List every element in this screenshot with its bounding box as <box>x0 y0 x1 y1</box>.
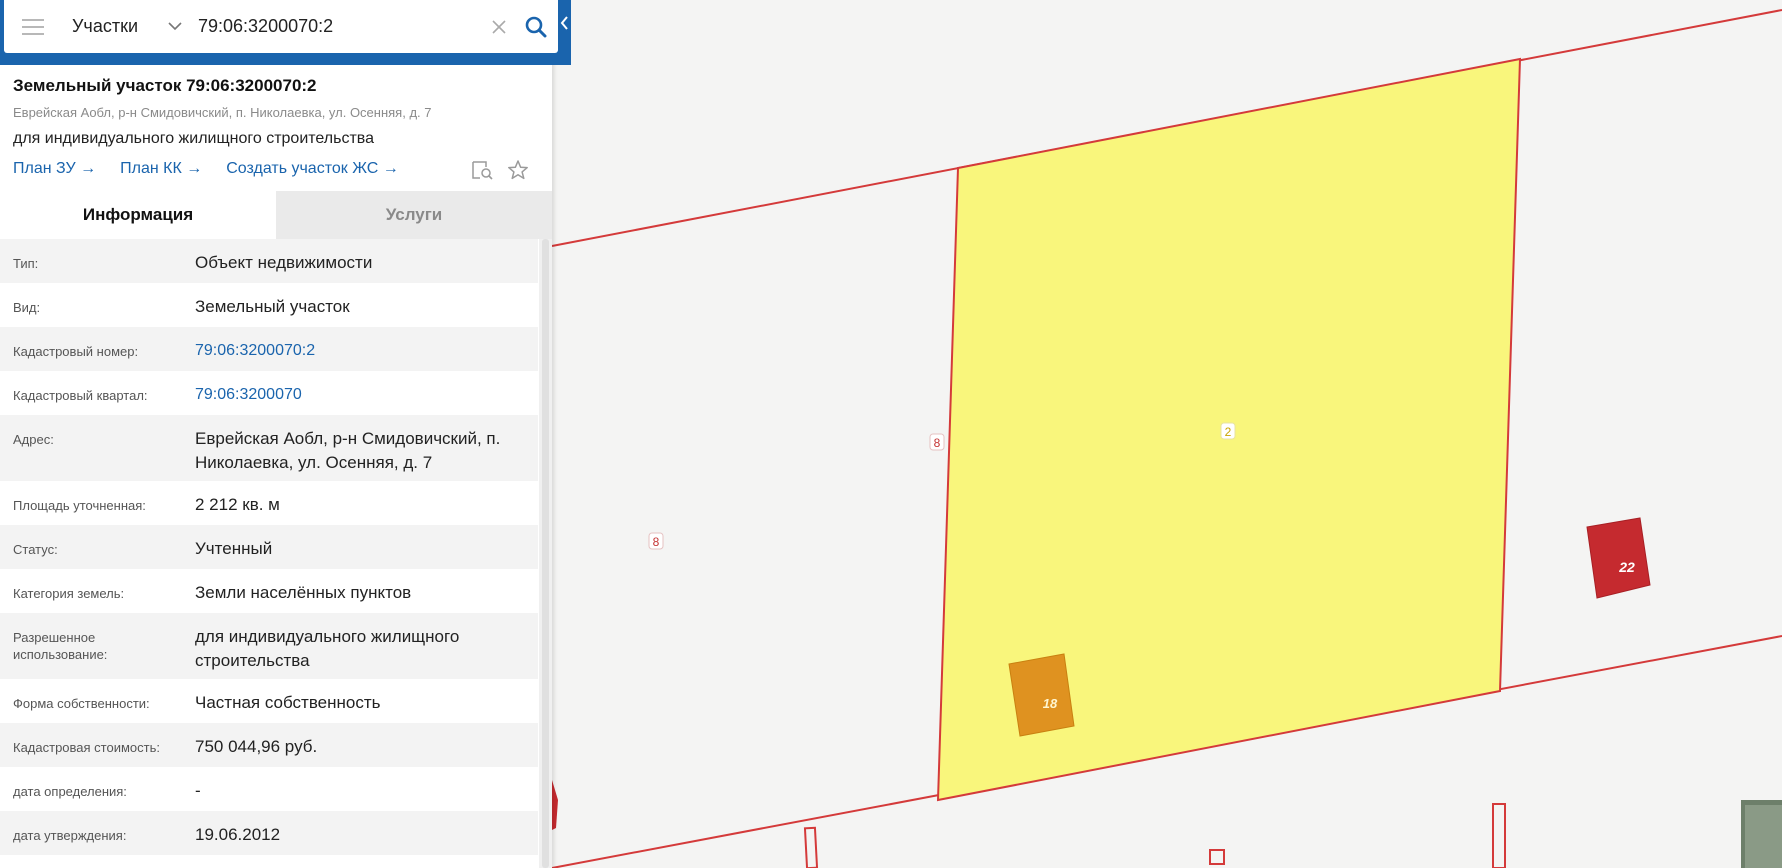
plan-zu-link[interactable]: План ЗУ → <box>13 160 96 178</box>
row-label: Тип: <box>13 256 39 271</box>
collapse-panel-button[interactable] <box>558 0 571 45</box>
table-row: дата определения: - <box>0 767 538 811</box>
table-row: Статус: Учтенный <box>0 525 538 569</box>
search-bar: Участки <box>4 0 558 53</box>
row-value: 19.06.2012 <box>195 825 281 844</box>
row-value: для индивидуального жилищного строительс… <box>195 627 460 670</box>
row-label: дата утверждения: <box>13 828 127 843</box>
parcel-label-main: 2 <box>1225 425 1232 439</box>
tab-bar: Информация Услуги <box>0 191 552 239</box>
parcel-label-left: 8 <box>653 535 660 549</box>
row-value: - <box>195 781 201 800</box>
close-icon <box>492 19 506 34</box>
row-label: Кадастровая стоимость: <box>13 740 160 755</box>
cadastral-number-link[interactable]: 79:06:3200070:2 <box>183 327 538 363</box>
create-plot-link[interactable]: Создать участок ЖС → <box>226 160 399 178</box>
table-row: Разрешенное использование: для индивидуа… <box>0 613 538 679</box>
row-label: Форма собственности: <box>13 696 150 711</box>
row-value: Объект недвижимости <box>195 253 373 272</box>
building-label-red: 22 <box>1618 559 1635 575</box>
favorite-button[interactable] <box>506 158 530 182</box>
clear-search-button[interactable] <box>484 7 514 47</box>
chevron-left-icon <box>560 15 568 30</box>
table-row: Кадастровая стоимость: 750 044,96 руб. <box>0 723 538 767</box>
table-row: дата утверждения: 19.06.2012 <box>0 811 538 855</box>
row-value: Учтенный <box>195 539 273 558</box>
row-label: Кадастровый номер: <box>13 344 139 359</box>
row-label: Вид: <box>13 300 41 315</box>
scrollbar-thumb[interactable] <box>542 239 549 868</box>
info-table: Тип: Объект недвижимости Вид: Земельный … <box>0 239 538 855</box>
show-on-map-button[interactable] <box>470 158 494 182</box>
row-value: Еврейская Аобл, р-н Смидовичский, п. Ник… <box>195 429 501 472</box>
hamburger-icon <box>22 18 44 35</box>
star-icon <box>508 160 528 180</box>
row-value: Земли населённых пунктов <box>195 583 412 602</box>
object-title: Земельный участок 79:06:3200070:2 <box>13 76 317 95</box>
layer-select[interactable]: Участки <box>62 0 192 53</box>
row-value: Земельный участок <box>195 297 350 316</box>
row-label: Кадастровый квартал: <box>13 388 148 403</box>
table-row: Форма собственности: Частная собственнос… <box>0 679 538 723</box>
table-row: Кадастровый номер: 79:06:3200070:2 <box>0 327 538 371</box>
search-icon <box>525 16 547 37</box>
menu-button[interactable] <box>4 0 62 53</box>
parcel-label-border: 8 <box>934 436 941 450</box>
table-row: Адрес: Еврейская Аобл, р-н Смидовичский,… <box>0 415 538 481</box>
layer-select-value: Участки <box>72 16 138 36</box>
tab-info[interactable]: Информация <box>0 191 276 239</box>
info-panel: Участки 79:06:3200070:2 Земельный участо… <box>0 0 571 868</box>
row-label: дата определения: <box>13 784 127 799</box>
table-row: Вид: Земельный участок <box>0 283 538 327</box>
row-value: 750 044,96 руб. <box>195 737 318 756</box>
object-purpose: для индивидуального жилищного строительс… <box>13 130 374 147</box>
building-red[interactable] <box>1586 517 1651 599</box>
row-label: Разрешенное использование: <box>13 630 108 662</box>
basemap-thumbnail-inner <box>1745 805 1782 868</box>
search-header: Участки <box>0 0 571 65</box>
building-orange[interactable] <box>1008 653 1075 737</box>
object-links: План ЗУ → План КК → Создать участок ЖС → <box>13 160 423 178</box>
table-row: Категория земель: Земли населённых пункт… <box>0 569 538 613</box>
scrollbar[interactable] <box>539 239 552 868</box>
table-row: Площадь уточненная: 2 212 кв. м <box>0 481 538 525</box>
map-search-icon <box>472 161 493 180</box>
cadastral-quarter-link[interactable]: 79:06:3200070 <box>183 371 538 407</box>
row-label: Статус: <box>13 542 58 557</box>
tab-services[interactable]: Услуги <box>276 191 552 239</box>
row-label: Категория земель: <box>13 586 125 601</box>
table-row: Тип: Объект недвижимости <box>0 239 538 283</box>
building-label-orange: 18 <box>1043 696 1058 711</box>
object-address: Еврейская Аобл, р-н Смидовичский, п. Ник… <box>13 105 432 120</box>
plan-kk-link[interactable]: План КК → <box>120 160 202 178</box>
row-label: Площадь уточненная: <box>13 498 146 513</box>
chevron-down-icon <box>168 22 182 31</box>
row-label: Адрес: <box>13 432 54 447</box>
row-value: Частная собственность <box>195 693 381 712</box>
row-value: 2 212 кв. м <box>195 495 280 514</box>
table-row: Кадастровый квартал: 79:06:3200070 <box>0 371 538 415</box>
header-actions <box>470 158 530 182</box>
search-button[interactable] <box>514 7 558 47</box>
search-input[interactable] <box>192 6 484 47</box>
